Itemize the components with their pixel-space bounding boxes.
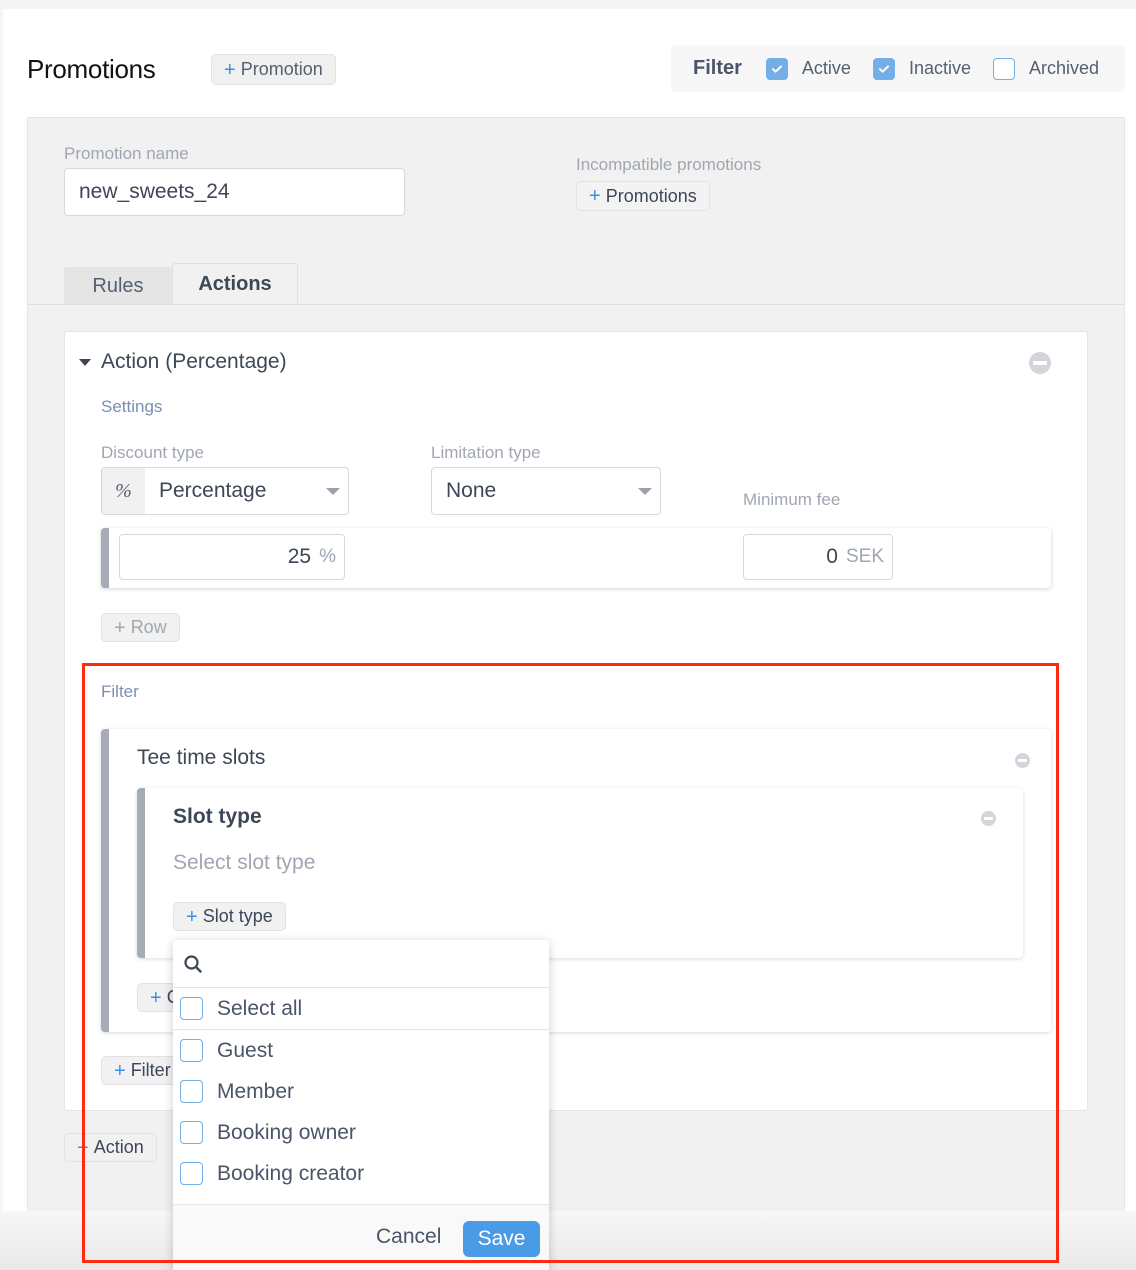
plus-icon: +	[114, 616, 126, 639]
cancel-button[interactable]: Cancel	[376, 1225, 441, 1249]
discount-row: 25 % 0 SEK	[101, 528, 1051, 588]
filter-active[interactable]: Active	[765, 57, 851, 80]
add-slot-type-button[interactable]: + Slot type	[173, 902, 286, 931]
tab-divider	[28, 304, 1124, 305]
plus-icon: +	[589, 185, 601, 207]
slot-type-option[interactable]: Booking owner	[173, 1112, 549, 1153]
dropdown-search[interactable]	[173, 940, 549, 988]
remove-slot-type-icon[interactable]	[981, 811, 996, 826]
tab-actions[interactable]: Actions	[172, 263, 298, 305]
remove-action-icon[interactable]	[1029, 352, 1051, 374]
percent-icon: %	[102, 468, 145, 514]
page-title: Promotions	[27, 54, 156, 84]
tab-rules[interactable]: Rules	[64, 267, 172, 305]
option-checkbox[interactable]	[180, 1162, 203, 1185]
discount-type-value: Percentage	[159, 479, 267, 502]
filter-archived-label: Archived	[1028, 58, 1100, 78]
min-fee-value: 0	[826, 545, 838, 568]
filter-inactive[interactable]: Inactive	[872, 57, 971, 80]
promotion-name-label: Promotion name	[64, 144, 189, 163]
limitation-type-value: None	[446, 479, 497, 502]
limitation-type-select[interactable]: None	[431, 467, 661, 515]
select-all-checkbox[interactable]	[180, 997, 203, 1020]
chevron-down-icon	[638, 487, 652, 495]
plus-icon: +	[150, 986, 162, 1009]
min-fee-unit: SEK	[845, 546, 884, 567]
filter-section-label: Filter	[101, 682, 139, 701]
option-checkbox[interactable]	[180, 1121, 203, 1144]
minimum-fee-input[interactable]: 0 SEK	[743, 534, 893, 580]
discount-type-select[interactable]: % Percentage	[101, 467, 349, 515]
select-all-option[interactable]: Select all	[173, 988, 549, 1029]
limitation-type-label: Limitation type	[431, 443, 541, 462]
add-promotion-label: Promotion	[240, 59, 323, 79]
bottom-bar	[0, 1211, 1136, 1270]
add-incompatible-promotions-button[interactable]: + Promotions	[576, 181, 710, 211]
check-icon	[771, 65, 782, 73]
add-promotion-button[interactable]: + Promotion	[211, 54, 336, 85]
filter-active-label: Active	[801, 58, 851, 78]
plus-icon: +	[114, 1059, 126, 1082]
action-title[interactable]: Action (Percentage)	[101, 350, 287, 374]
remove-tee-time-filter-icon[interactable]	[1015, 753, 1030, 768]
add-filter-label: Filter	[130, 1060, 171, 1080]
slot-type-option[interactable]: Guest	[173, 1030, 549, 1071]
add-slot-type-label: Slot type	[202, 906, 273, 926]
slot-type-option[interactable]: Member	[173, 1071, 549, 1112]
check-icon	[878, 65, 889, 73]
filter-archived[interactable]: Archived	[992, 57, 1100, 80]
add-row-button[interactable]: + Row	[101, 613, 180, 642]
option-label: Booking creator	[217, 1161, 365, 1185]
checkbox-inactive[interactable]	[872, 57, 895, 80]
filter-label: Filter	[693, 57, 742, 79]
add-filter-button[interactable]: + Filter	[101, 1056, 184, 1085]
search-icon	[184, 954, 202, 973]
slot-type-dropdown: Select all Guest Member Booking owner Bo…	[173, 940, 549, 1270]
percent-value: 25	[287, 545, 312, 568]
slot-type-card: Slot type Select slot type + Slot type	[137, 788, 1023, 958]
percent-input[interactable]: 25 %	[119, 534, 345, 580]
checkbox-active[interactable]	[765, 57, 788, 80]
option-checkbox[interactable]	[180, 1039, 203, 1062]
select-all-label: Select all	[217, 996, 303, 1020]
plus-icon: +	[77, 1136, 89, 1159]
promotion-name-input[interactable]: new_sweets_24	[64, 168, 405, 216]
checkbox-archived[interactable]	[992, 57, 1015, 80]
add-action-button[interactable]: + Action	[64, 1133, 157, 1162]
add-action-label: Action	[93, 1137, 144, 1157]
filter-inactive-label: Inactive	[908, 58, 971, 78]
slot-type-title: Slot type	[173, 805, 262, 828]
plus-icon: +	[224, 58, 236, 81]
incompatible-promotions-label: Incompatible promotions	[576, 155, 762, 174]
add-row-label: Row	[130, 617, 167, 637]
add-incompatible-promotions-label: Promotions	[605, 185, 697, 206]
slot-type-placeholder: Select slot type	[173, 851, 316, 874]
dropdown-footer: Cancel Save	[173, 1204, 549, 1270]
minimum-fee-label: Minimum fee	[743, 490, 841, 509]
option-label: Member	[217, 1079, 295, 1103]
settings-label: Settings	[101, 397, 163, 416]
option-label: Guest	[217, 1038, 274, 1062]
collapse-caret-icon[interactable]	[79, 359, 91, 366]
option-checkbox[interactable]	[180, 1080, 203, 1103]
discount-type-label: Discount type	[101, 443, 204, 462]
percent-unit: %	[319, 546, 336, 567]
slot-type-option[interactable]: Booking creator	[173, 1153, 549, 1194]
option-label: Booking owner	[217, 1120, 356, 1144]
tee-time-slots-title: Tee time slots	[137, 746, 266, 769]
save-button[interactable]: Save	[463, 1221, 540, 1257]
chevron-down-icon	[326, 487, 340, 495]
status-filter-bar: Filter Active Inactive Archived	[671, 45, 1125, 92]
plus-icon: +	[186, 905, 198, 928]
